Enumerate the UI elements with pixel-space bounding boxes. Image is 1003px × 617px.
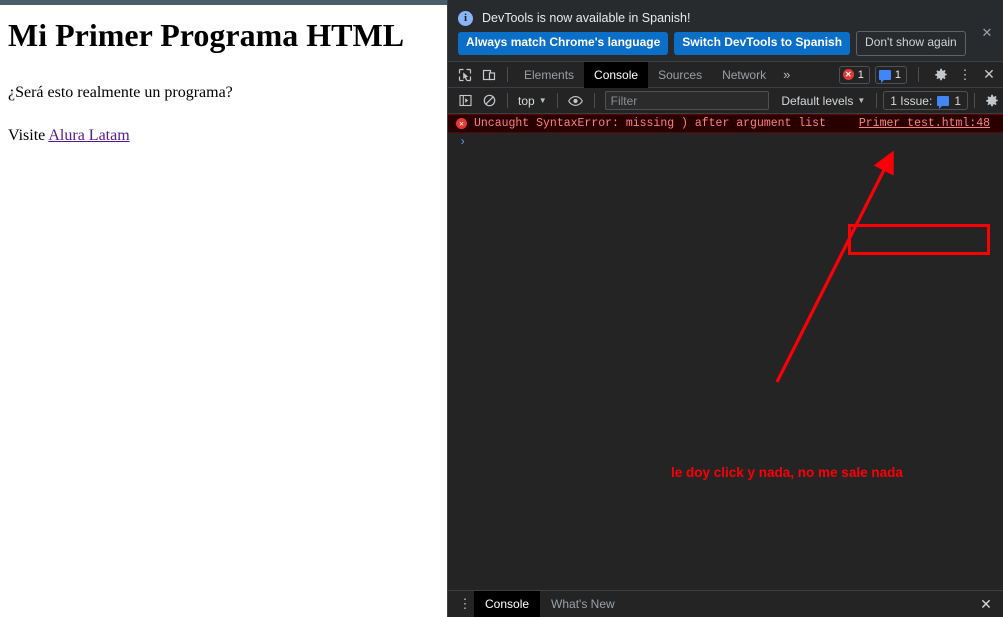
- log-levels-label: Default levels: [781, 93, 854, 108]
- always-match-language-button[interactable]: Always match Chrome's language: [458, 32, 669, 55]
- page-title: Mi Primer Programa HTML: [8, 17, 405, 53]
- log-levels-selector[interactable]: Default levels ▼: [776, 94, 870, 108]
- devtools-close-icon[interactable]: ✕: [978, 64, 1000, 86]
- filterbar-divider-2: [556, 93, 558, 108]
- chevron-down-icon: ▼: [538, 96, 547, 105]
- console-input-prompt[interactable]: ›: [448, 133, 1003, 151]
- annotation-note-text: le doy click y nada, no me sale nada: [671, 465, 903, 480]
- drawer-tab-whats-new[interactable]: What's New: [540, 591, 626, 617]
- issues-badge[interactable]: 1 Issue: 1: [883, 91, 968, 110]
- inspect-element-icon[interactable]: [453, 64, 477, 86]
- filterbar-divider-1: [507, 93, 508, 108]
- device-toolbar-icon[interactable]: [477, 64, 501, 86]
- console-filter-toolbar: top ▼ Default levels ▼ 1 Issue: 1: [448, 88, 1003, 114]
- error-source-link[interactable]: Primer test.html:48: [859, 117, 990, 130]
- console-settings-gear-icon[interactable]: [981, 90, 1003, 112]
- screenshot-root: Mi Primer Programa HTML ¿Será esto realm…: [0, 0, 1003, 617]
- more-options-kebab-icon[interactable]: ⋮: [957, 64, 973, 86]
- error-count-value: 1: [857, 68, 864, 81]
- execution-context-label: top: [518, 93, 535, 108]
- message-count-badge[interactable]: 1: [874, 65, 907, 84]
- error-circle-icon: ✕: [842, 69, 854, 80]
- issues-label: 1 Issue:: [890, 93, 933, 108]
- console-filter-input[interactable]: [604, 91, 769, 110]
- error-count-badge[interactable]: ✕ 1: [838, 65, 870, 84]
- more-tabs-icon[interactable]: »: [776, 67, 797, 82]
- banner-close-icon[interactable]: ✕: [978, 24, 996, 42]
- drawer-close-icon[interactable]: ✕: [976, 594, 996, 614]
- tab-console[interactable]: Console: [584, 61, 649, 88]
- switch-devtools-to-spanish-button[interactable]: Switch DevTools to Spanish: [674, 32, 851, 55]
- alura-latam-link[interactable]: Alura Latam: [48, 127, 129, 144]
- clear-console-icon[interactable]: [477, 90, 501, 112]
- devtools-toolbar: Elements Console Sources Network » ✕ 1 1: [448, 61, 1003, 88]
- devtools-drawer: ⋮ Console What's New ✕: [448, 590, 1003, 617]
- console-sidebar-toggle-icon[interactable]: [453, 90, 477, 112]
- settings-gear-icon[interactable]: [930, 64, 952, 86]
- chevron-down-icon: ▼: [857, 96, 866, 105]
- execution-context-selector[interactable]: top ▼: [514, 94, 551, 108]
- console-output: ✕ Uncaught SyntaxError: missing ) after …: [448, 114, 1003, 573]
- page-paragraph: ¿Será esto realmente un programa?: [8, 83, 233, 101]
- issue-bubble-icon: [937, 95, 950, 109]
- annotation-highlight-rect: [848, 224, 990, 255]
- devtools-language-banner: i DevTools is now available in Spanish! …: [448, 0, 1003, 62]
- tab-network[interactable]: Network: [712, 62, 776, 88]
- banner-message-row: i DevTools is now available in Spanish!: [448, 0, 1003, 28]
- tab-elements[interactable]: Elements: [514, 62, 584, 88]
- browser-page-pane: Mi Primer Programa HTML ¿Será esto realm…: [0, 0, 447, 617]
- page-content: Mi Primer Programa HTML ¿Será esto realm…: [8, 5, 439, 145]
- dont-show-again-button[interactable]: Don't show again: [856, 31, 966, 56]
- error-circle-icon: ✕: [456, 118, 467, 129]
- drawer-tab-console[interactable]: Console: [474, 590, 541, 617]
- annotation-arrow-icon: [775, 150, 894, 383]
- toolbar-badges: ✕ 1 1 ⋮ ✕: [838, 64, 1003, 86]
- prompt-chevron-icon: ›: [459, 135, 467, 149]
- error-message-text: Uncaught SyntaxError: missing ) after ar…: [474, 117, 826, 130]
- filterbar-divider-5: [974, 93, 975, 108]
- banner-message: DevTools is now available in Spanish!: [482, 11, 691, 25]
- console-error-message[interactable]: ✕ Uncaught SyntaxError: missing ) after …: [448, 114, 1003, 133]
- issues-count: 1: [954, 93, 961, 108]
- badge-divider: [918, 67, 919, 82]
- live-expression-eye-icon[interactable]: [564, 90, 588, 112]
- page-visit-line: Visite Alura Latam: [8, 126, 439, 145]
- tab-sources[interactable]: Sources: [648, 62, 712, 88]
- filterbar-divider-4: [876, 93, 878, 108]
- devtools-panel: i DevTools is now available in Spanish! …: [447, 0, 1003, 617]
- message-count-value: 1: [894, 68, 901, 81]
- info-icon: i: [458, 10, 473, 26]
- filterbar-divider-3: [593, 93, 595, 108]
- visit-prefix-text: Visite: [8, 126, 49, 144]
- banner-button-row: Always match Chrome's language Switch De…: [448, 28, 1003, 56]
- message-bubble-icon: [878, 69, 891, 83]
- drawer-kebab-icon[interactable]: ⋮: [456, 593, 474, 615]
- toolbar-divider: [507, 67, 508, 82]
